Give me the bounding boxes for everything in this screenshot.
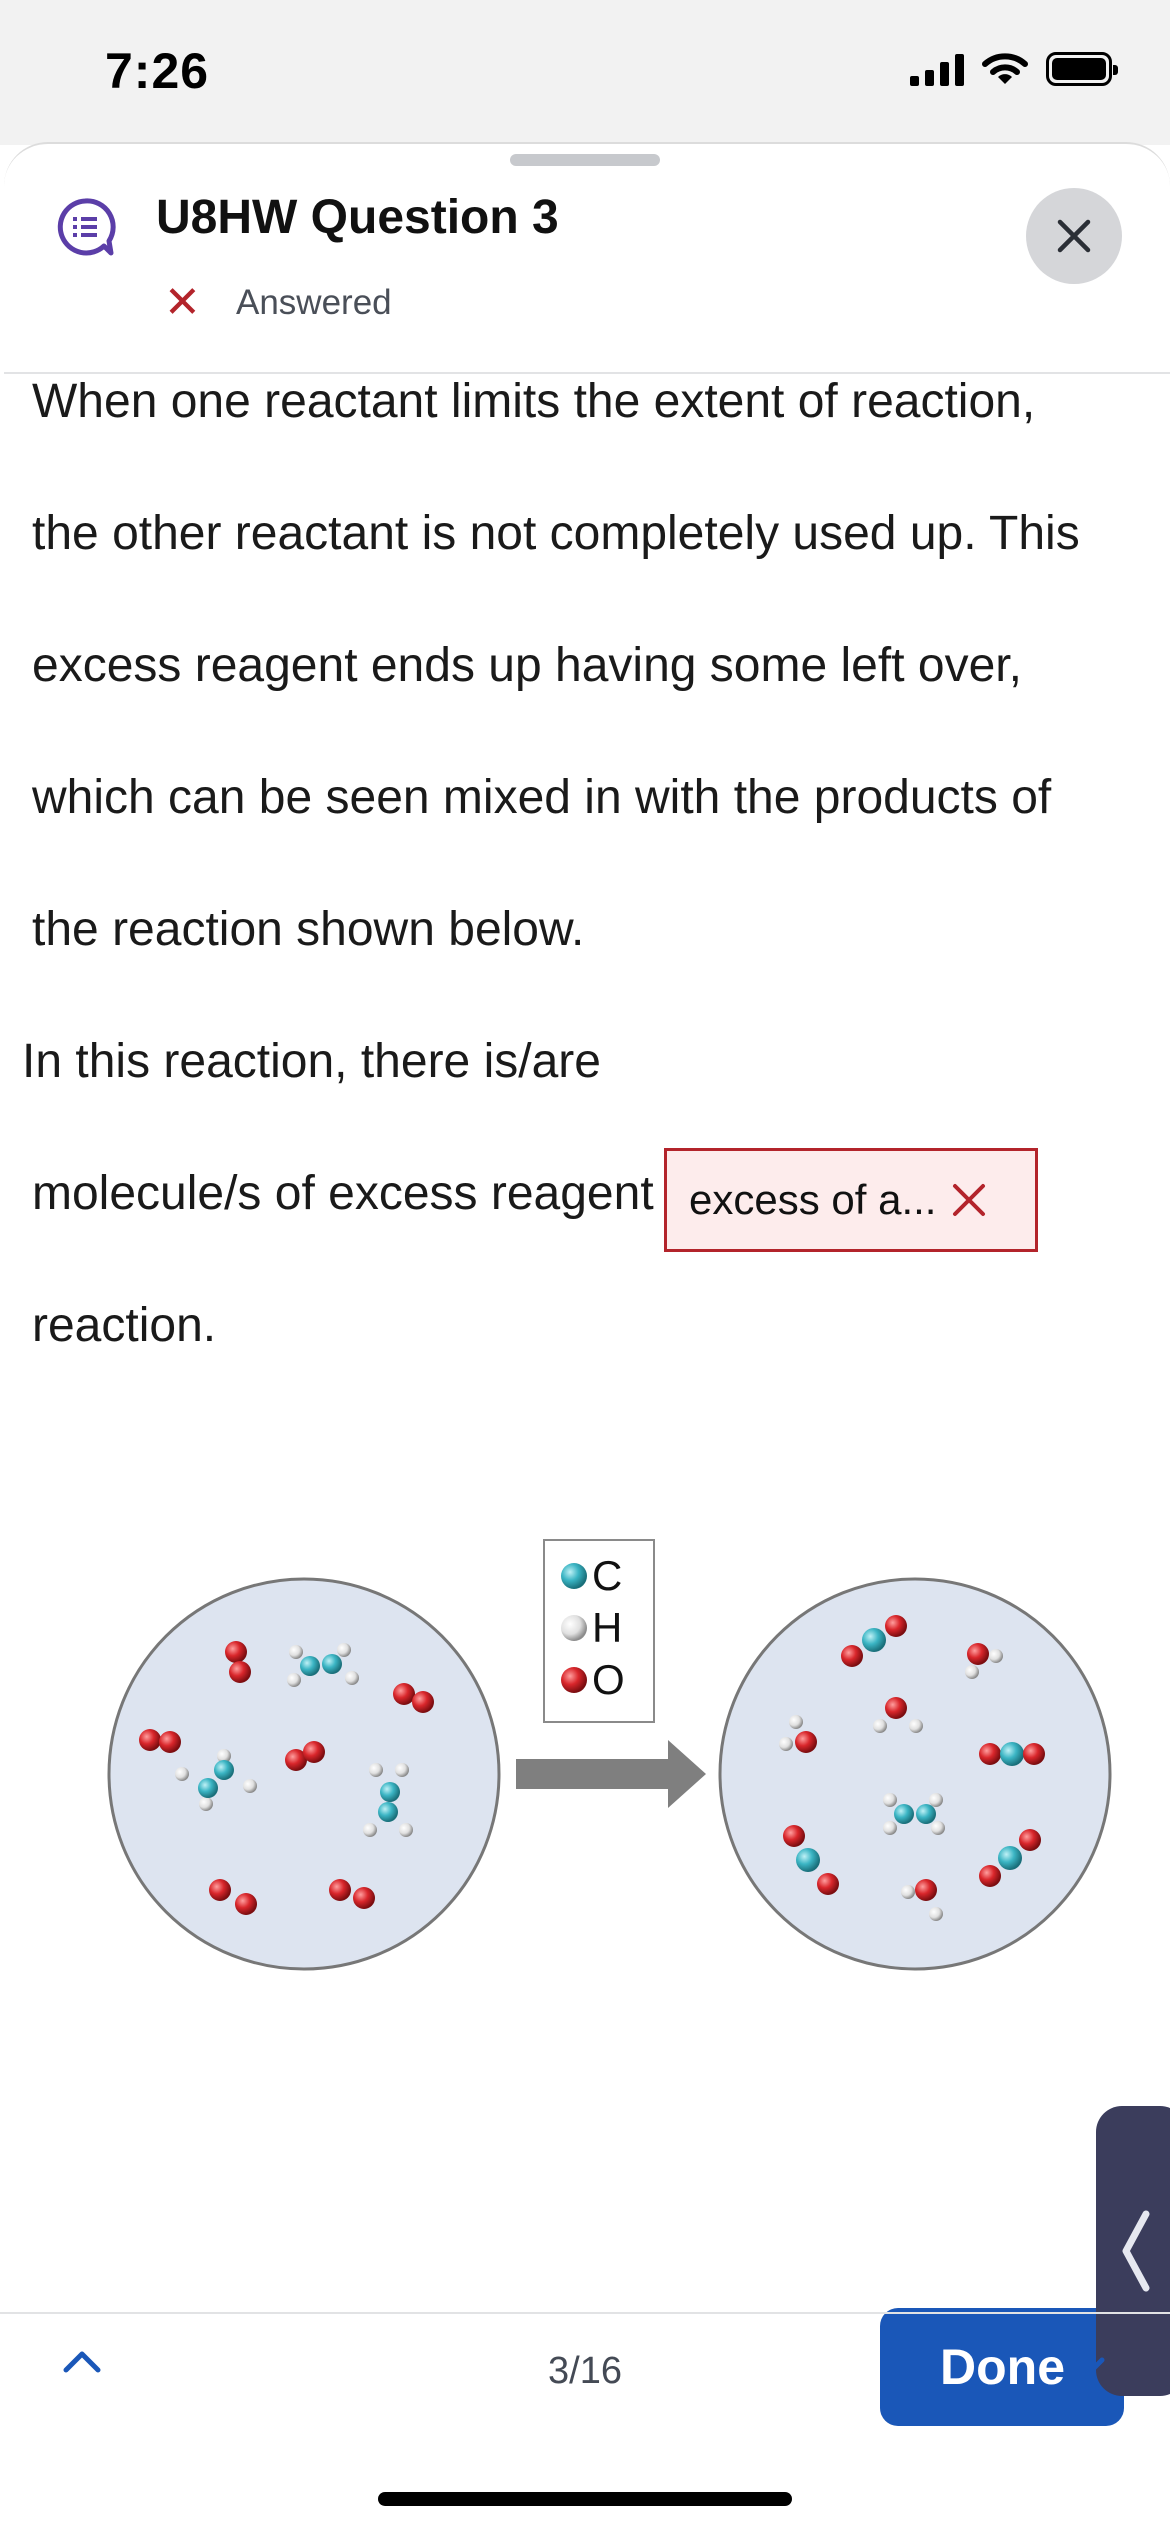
incorrect-icon <box>950 1181 988 1219</box>
products-container <box>718 1577 1112 1971</box>
status-icons <box>910 52 1118 86</box>
question-text-line: which can be seen mixed in with the prod… <box>32 771 1052 824</box>
question-body: When one reactant limits the extent of r… <box>4 374 1170 1434</box>
status-bar: 7:26 <box>0 0 1170 145</box>
close-button[interactable] <box>1026 188 1122 284</box>
legend-label: H <box>592 1604 622 1651</box>
wifi-icon <box>982 53 1028 84</box>
answer-dropdown[interactable]: excess of a... <box>664 1148 1038 1252</box>
blank-prefix-text: In this reaction, there is/are <box>22 1035 601 1088</box>
next-question-button[interactable] <box>1064 2354 1108 2382</box>
question-title: U8HW Question 3 <box>156 191 559 244</box>
bottom-divider <box>0 2312 1170 2314</box>
question-text-line: reaction. <box>32 1299 217 1352</box>
question-text-line: the other reactant is not completely use… <box>32 507 1080 560</box>
atom-legend: C H O <box>543 1539 655 1723</box>
close-icon <box>1057 219 1091 253</box>
question-text-line: the reaction shown below. <box>32 903 585 956</box>
home-indicator <box>378 2492 792 2506</box>
status-time: 7:26 <box>105 43 210 99</box>
answer-status: Answered <box>236 283 392 322</box>
reactants-container <box>107 1577 501 1971</box>
question-text-line: excess reagent ends up having some left … <box>32 639 1022 692</box>
previous-question-button[interactable] <box>60 2348 104 2376</box>
side-panel-handle[interactable] <box>1096 2106 1170 2396</box>
chevron-left-icon <box>1122 2210 1150 2292</box>
reaction-arrow <box>516 1740 706 1808</box>
incorrect-icon: ✕ <box>164 278 201 327</box>
legend-label: O <box>592 1656 625 1703</box>
reaction-figure: C H O <box>107 1539 1112 1971</box>
question-sheet: U8HW Question 3 ✕ Answered When one reac… <box>4 142 1170 2532</box>
battery-icon <box>1046 52 1118 86</box>
question-chat-icon <box>57 198 116 256</box>
cellular-signal-icon <box>910 52 964 86</box>
question-text-line: When one reactant limits the extent of r… <box>32 375 1036 428</box>
sheet-grabber[interactable] <box>510 154 660 166</box>
legend-label: C <box>592 1552 622 1599</box>
answer-dropdown-value: excess of a... <box>689 1176 937 1223</box>
page-indicator: 3/16 <box>548 2350 622 2392</box>
